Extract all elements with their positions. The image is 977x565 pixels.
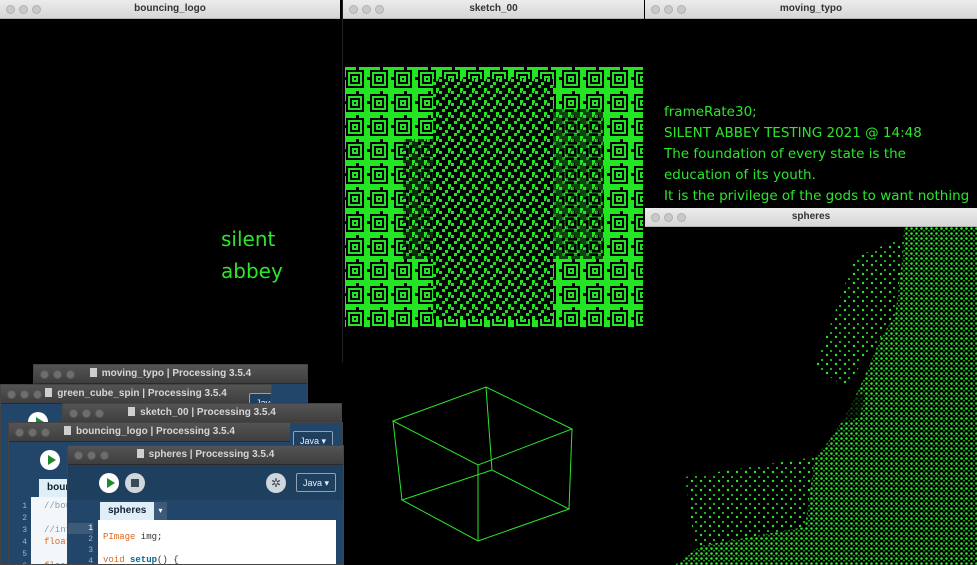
window-title-text: moving_typo | Processing 3.5.4 (101, 368, 252, 379)
logo-text-silent: silent (221, 227, 276, 251)
window-title-text: sketch_00 | Processing 3.5.4 (140, 407, 276, 418)
tab-menu-button[interactable]: ▾ (154, 502, 167, 520)
window-title: moving_typo (779, 3, 843, 14)
run-button[interactable] (99, 473, 119, 493)
code-line: PImage img; (103, 532, 162, 542)
logo-text-abbey: abbey (221, 259, 283, 283)
point-cloud (675, 227, 977, 565)
line-gutter: 1 2 3 4 (68, 520, 96, 565)
window-titlebar[interactable]: spheres | Processing 3.5.4 (68, 446, 343, 465)
mode-selector[interactable]: Java ▾ (296, 473, 337, 492)
tab-spheres[interactable]: spheres (100, 502, 155, 520)
typo-line: education of its youth. (664, 167, 816, 183)
window-title-text: bouncing_logo | Processing 3.5.4 (76, 426, 235, 437)
editor-window-spheres[interactable]: spheres | Processing 3.5.4 ✲ Java ▾ sphe… (67, 445, 344, 565)
line-number: 6 (9, 561, 27, 564)
code-line: void setup() { (103, 555, 179, 565)
code-token: img; (135, 532, 163, 542)
moving-typo-window: moving_typo frameRate30; SILENT ABBEY TE… (645, 0, 977, 210)
window-title: sketch_00 | Processing 3.5.4 (63, 407, 341, 418)
sketch-canvas (645, 227, 977, 565)
typo-line: The foundation of every state is the (664, 146, 906, 162)
editor-toolbar: ✲ Java ▾ (68, 465, 343, 500)
run-button[interactable] (40, 450, 60, 470)
window-title: moving_typo | Processing 3.5.4 (34, 368, 307, 379)
window-titlebar[interactable]: sketch_00 | Processing 3.5.4 (63, 404, 341, 423)
line-number: 1 (68, 523, 93, 534)
document-icon (64, 426, 72, 435)
code-token: () { (157, 555, 179, 565)
window-titlebar[interactable]: green_cube_spin | Processing 3.5.4 (1, 385, 271, 404)
window-title: sketch_00 (469, 3, 518, 14)
document-icon (128, 407, 136, 416)
window-title: green_cube_spin | Processing 3.5.4 (1, 388, 271, 399)
bouncing-logo-window: bouncing_logo silent abbey (0, 0, 340, 362)
window-titlebar[interactable]: moving_typo | Processing 3.5.4 (34, 365, 307, 384)
spheres-window: spheres (645, 208, 977, 565)
window-titlebar[interactable]: sketch_00 (343, 0, 644, 19)
line-number: 5 (22, 550, 27, 559)
window-title: spheres (791, 211, 831, 222)
debug-button[interactable]: ✲ (266, 473, 286, 493)
code-token: void (103, 555, 125, 565)
window-title-text: spheres | Processing 3.5.4 (148, 449, 275, 460)
cube-wireframe (391, 386, 574, 542)
window-titlebar[interactable]: moving_typo (645, 0, 977, 19)
window-titlebar[interactable]: bouncing_logo | Processing 3.5.4 (9, 423, 290, 442)
typo-line: SILENT ABBEY TESTING 2021 @ 14:48 (664, 125, 922, 141)
line-number: 1 (22, 502, 27, 511)
line-number: 3 (22, 526, 27, 535)
typo-line: It is the privilege of the gods to want … (664, 188, 970, 204)
sketch-canvas: frameRate30; SILENT ABBEY TESTING 2021 @… (645, 19, 977, 210)
code-token: PImage (103, 532, 136, 542)
document-icon (45, 388, 53, 397)
pixel-pattern (345, 67, 643, 327)
line-number: 2 (88, 535, 93, 544)
code-editor[interactable]: 1 2 3 4 PImage img; void setup() { (68, 520, 336, 565)
sketch-canvas: silent abbey (0, 19, 340, 362)
line-number: 4 (22, 538, 27, 547)
line-gutter: 1 2 3 4 5 6 (9, 497, 27, 564)
window-titlebar[interactable]: spheres (645, 208, 977, 227)
stop-button[interactable] (125, 473, 145, 493)
window-titlebar[interactable]: bouncing_logo (0, 0, 340, 19)
typo-line: frameRate30; (664, 104, 757, 120)
line-number: 4 (88, 557, 93, 565)
line-number: 2 (22, 514, 27, 523)
bug-icon: ✲ (270, 476, 282, 490)
sketch-canvas (343, 19, 644, 362)
window-title: bouncing_logo | Processing 3.5.4 (9, 426, 290, 437)
window-title: bouncing_logo (134, 3, 206, 14)
document-icon (89, 368, 97, 377)
line-number: 3 (88, 546, 93, 555)
code-token: setup (130, 555, 158, 565)
document-icon (136, 449, 144, 458)
sketch-00-window: sketch_00 (342, 0, 644, 362)
window-title: spheres | Processing 3.5.4 (68, 449, 343, 460)
window-title-text: green_cube_spin | Processing 3.5.4 (57, 388, 227, 399)
